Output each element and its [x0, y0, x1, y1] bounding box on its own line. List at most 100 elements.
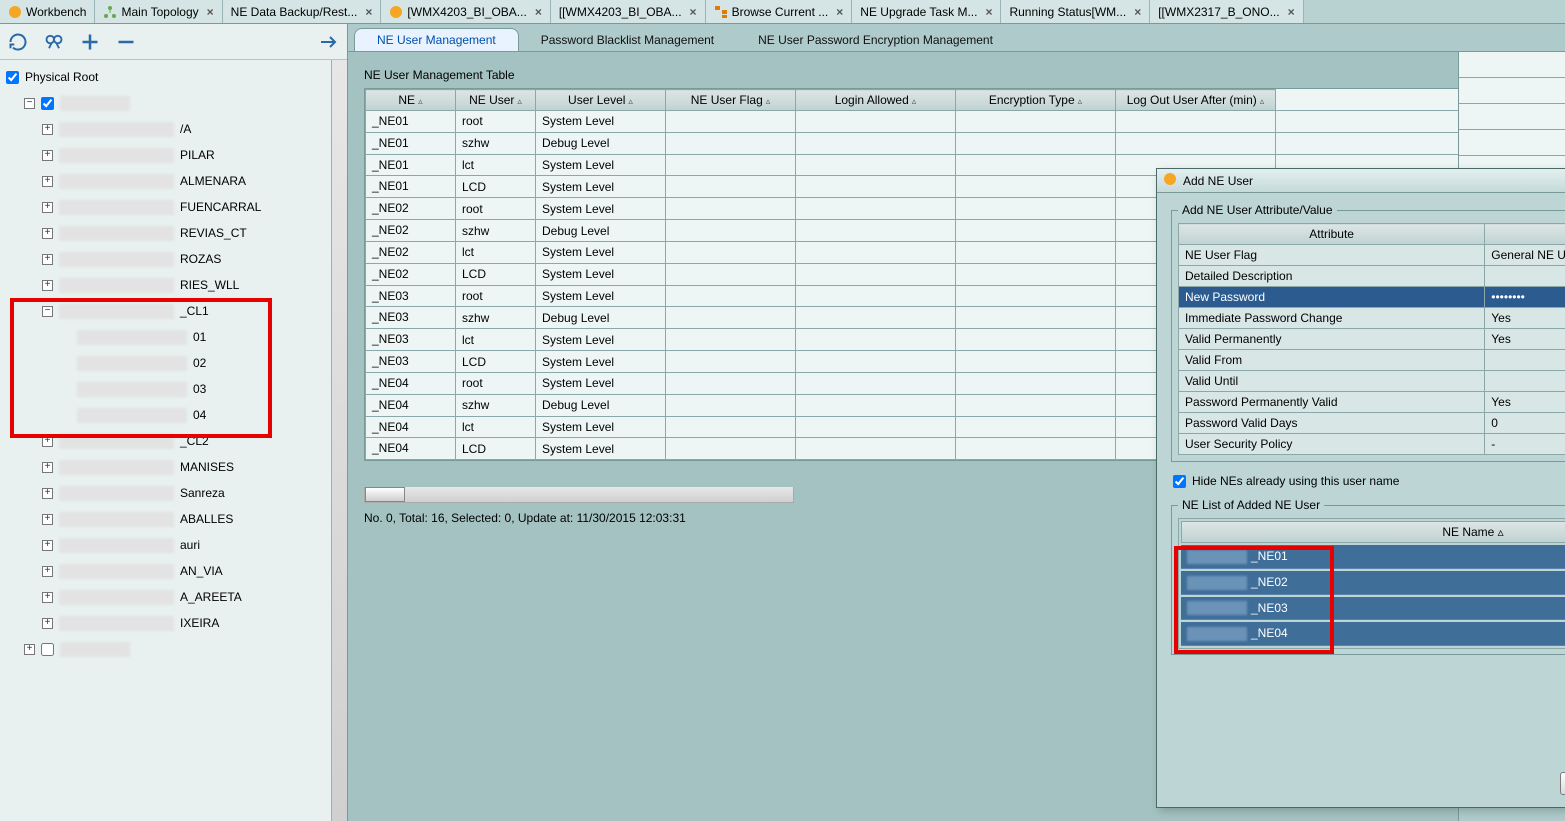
go-arrow-icon[interactable] [319, 32, 339, 52]
expand-icon[interactable]: + [42, 462, 53, 473]
dialog-titlebar[interactable]: Add NE User ✕ [1157, 169, 1565, 193]
attr-row[interactable]: Immediate Password ChangeYes [1179, 308, 1565, 329]
tree-item[interactable]: 03 [6, 376, 325, 402]
remove-icon[interactable] [116, 32, 136, 52]
top-tab[interactable]: Workbench [0, 0, 95, 23]
close-icon[interactable]: × [535, 5, 542, 19]
expand-icon[interactable]: + [42, 150, 53, 161]
attr-value[interactable]: General NE User [1485, 245, 1565, 266]
tree-scrollbar[interactable] [331, 60, 347, 821]
tree-item[interactable]: +REVIAS_CT [6, 220, 325, 246]
top-tab[interactable]: Main Topology× [95, 0, 222, 23]
tree-item[interactable]: + [6, 636, 325, 662]
tree-item[interactable]: 01 [6, 324, 325, 350]
tree-checkbox[interactable] [41, 97, 54, 110]
attr-row[interactable]: Valid PermanentlyYes [1179, 329, 1565, 350]
column-header[interactable]: Log Out User After (min)▵ [1116, 90, 1276, 111]
top-tab[interactable]: NE Upgrade Task M...× [852, 0, 1001, 23]
expand-icon[interactable]: + [24, 644, 35, 655]
expand-icon[interactable]: + [42, 202, 53, 213]
tree-item[interactable]: +FUENCARRAL [6, 194, 325, 220]
column-header[interactable]: NE User Flag▵ [666, 90, 796, 111]
attr-value[interactable] [1485, 371, 1565, 392]
root-checkbox[interactable] [6, 71, 19, 84]
column-header[interactable]: NE User▵ [456, 90, 536, 111]
attr-col-attribute[interactable]: Attribute [1179, 224, 1485, 245]
expand-icon[interactable]: + [42, 228, 53, 239]
expand-icon[interactable]: + [42, 436, 53, 447]
expand-icon[interactable]: + [42, 254, 53, 265]
column-header[interactable]: Encryption Type▵ [956, 90, 1116, 111]
attr-value[interactable]: •••••••• … [1485, 287, 1565, 308]
attr-col-value[interactable]: Attribute Value [1485, 224, 1565, 245]
attr-row[interactable]: Password Permanently ValidYes [1179, 392, 1565, 413]
attr-value[interactable]: 0 [1485, 413, 1565, 434]
ok-button[interactable]: OK [1560, 772, 1565, 795]
tree-item[interactable]: +ROZAS [6, 246, 325, 272]
tree-item[interactable]: +MANISES [6, 454, 325, 480]
tree-item[interactable]: +IXEIRA [6, 610, 325, 636]
tree-item[interactable]: +ALMENARA [6, 168, 325, 194]
collapse-icon[interactable]: − [42, 306, 53, 317]
attr-row[interactable]: New Password•••••••• … [1179, 287, 1565, 308]
tree-root[interactable]: Physical Root [6, 64, 325, 90]
attr-row[interactable]: Valid From [1179, 350, 1565, 371]
close-icon[interactable]: × [365, 5, 372, 19]
close-icon[interactable]: × [985, 5, 992, 19]
attr-value[interactable] [1485, 266, 1565, 287]
close-icon[interactable]: × [690, 5, 697, 19]
find-icon[interactable] [44, 32, 64, 52]
tab-password-blacklist[interactable]: Password Blacklist Management [519, 29, 736, 51]
attr-value[interactable]: - [1485, 434, 1565, 455]
expand-icon[interactable]: + [42, 514, 53, 525]
tree-item[interactable]: +RIES_WLL [6, 272, 325, 298]
column-header[interactable]: NE▵ [366, 90, 456, 111]
tab-ne-user-management[interactable]: NE User Management [354, 28, 519, 51]
ne-list-row[interactable]: _NE04 [1181, 622, 1565, 646]
attr-value[interactable] [1485, 350, 1565, 371]
collapse-icon[interactable]: − [24, 98, 35, 109]
expand-icon[interactable]: + [42, 618, 53, 629]
tree-checkbox[interactable] [41, 643, 54, 656]
tree-item[interactable]: +/A [6, 116, 325, 142]
attr-row[interactable]: Valid Until [1179, 371, 1565, 392]
expand-icon[interactable]: + [42, 488, 53, 499]
tree-item[interactable]: 04 [6, 402, 325, 428]
tree-item[interactable]: +_CL2 [6, 428, 325, 454]
top-tab[interactable]: [[WMX2317_B_ONO...× [1150, 0, 1303, 23]
table-row[interactable]: _NE01szhwDebug Level [366, 132, 1483, 154]
top-tab[interactable]: Running Status[WM...× [1001, 0, 1150, 23]
close-icon[interactable]: × [836, 5, 843, 19]
ne-list-row[interactable]: _NE03 [1181, 597, 1565, 621]
expand-icon[interactable]: + [42, 566, 53, 577]
refresh-icon[interactable] [8, 32, 28, 52]
tree-item[interactable]: −_CL1 [6, 298, 325, 324]
tree-item[interactable]: +ABALLES [6, 506, 325, 532]
expand-icon[interactable]: + [42, 176, 53, 187]
column-header[interactable]: Login Allowed▵ [796, 90, 956, 111]
tree-item[interactable]: 02 [6, 350, 325, 376]
top-tab[interactable]: [[WMX4203_BI_OBA...× [551, 0, 706, 23]
top-tab[interactable]: NE Data Backup/Rest...× [223, 0, 382, 23]
table-hscrollbar[interactable] [364, 487, 794, 503]
close-icon[interactable]: × [1134, 5, 1141, 19]
attr-value[interactable]: Yes [1485, 308, 1565, 329]
tree-item[interactable]: − [6, 90, 325, 116]
tree-item[interactable]: +PILAR [6, 142, 325, 168]
top-tab[interactable]: Browse Current ...× [706, 0, 853, 23]
attr-value[interactable]: Yes [1485, 329, 1565, 350]
attr-row[interactable]: Password Valid Days0 [1179, 413, 1565, 434]
close-icon[interactable]: × [1288, 5, 1295, 19]
table-row[interactable]: _NE01rootSystem Level [366, 111, 1483, 133]
attr-row[interactable]: User Security Policy- [1179, 434, 1565, 455]
ne-list-row[interactable]: _NE01 [1181, 545, 1565, 569]
attr-value[interactable]: Yes [1485, 392, 1565, 413]
expand-icon[interactable]: + [42, 592, 53, 603]
top-tab[interactable]: [WMX4203_BI_OBA...× [381, 0, 550, 23]
ne-name-column[interactable]: NE Name ▵ [1181, 521, 1565, 543]
add-icon[interactable] [80, 32, 100, 52]
tab-password-encryption[interactable]: NE User Password Encryption Management [736, 29, 1015, 51]
expand-icon[interactable]: + [42, 540, 53, 551]
tree-item[interactable]: +Sanreza [6, 480, 325, 506]
tree-item[interactable]: +AN_VIA [6, 558, 325, 584]
